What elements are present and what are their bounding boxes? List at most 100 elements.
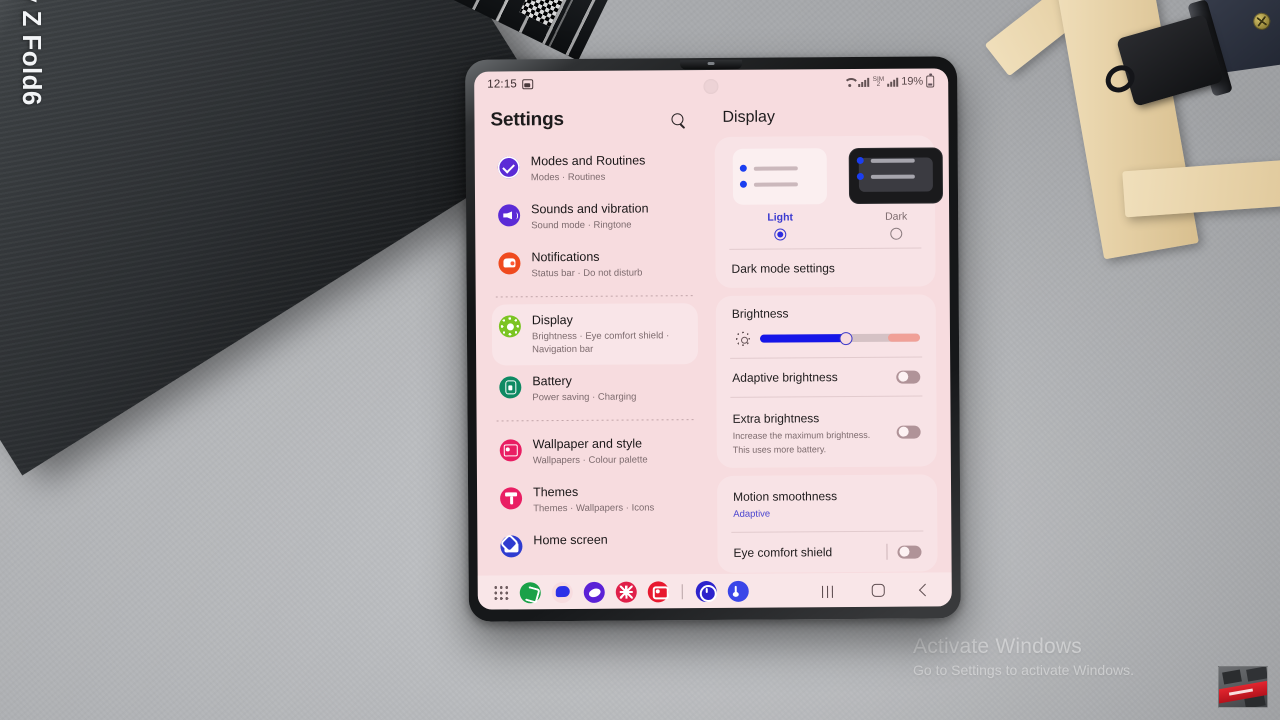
motion-card: Motion smoothness Adaptive Eye comfort s…: [716, 474, 938, 573]
sidebar-item-text: Wallpaper and style Wallpapers · Colour p…: [533, 436, 648, 467]
sidebar-item-modes-and-routines[interactable]: Modes and Routines Modes · Routines: [491, 144, 697, 193]
home-screen-icon: [500, 535, 523, 558]
status-bar-right: SIM 2 19%: [844, 75, 935, 88]
motion-smoothness-value: Adaptive: [733, 508, 771, 520]
dark-mode-preview: [848, 147, 944, 205]
display-page-title: Display: [722, 108, 775, 126]
internet-app-icon[interactable]: [583, 581, 605, 603]
sidebar-item-wallpaper-and-style[interactable]: Wallpaper and style Wallpapers · Colour p…: [493, 427, 699, 476]
theme-mode-card: Light Dark Dark mode settings: [714, 135, 944, 288]
extra-brightness-row[interactable]: Extra brightness Increase the maximum br…: [728, 397, 924, 468]
light-mode-radio[interactable]: [774, 228, 787, 241]
sidebar-item-sublabel: Power saving · Charging: [532, 391, 637, 404]
wifi-icon: [844, 77, 856, 86]
divider-vertical: [886, 543, 888, 560]
app-drawer-icon[interactable]: [493, 584, 509, 601]
sidebar-item-themes[interactable]: Themes Themes · Wallpapers · Icons: [493, 475, 699, 524]
sidebar-item-label: Battery: [532, 373, 572, 389]
dark-mode-option[interactable]: Dark: [848, 147, 944, 240]
recents-nav-button[interactable]: |||: [821, 583, 836, 598]
brightness-card: Brightness Adaptive brightness Extra bri…: [715, 294, 937, 468]
sim-indicator-icon: SIM 2: [873, 76, 885, 88]
gallery-app-icon[interactable]: [615, 581, 637, 603]
sidebar-item-label: Modes and Routines: [530, 153, 646, 169]
motion-smoothness-label: Motion smoothness: [733, 489, 838, 504]
sidebar-item-text: Display Brightness · Eye comfort shield ·…: [532, 312, 688, 356]
preview-dot: [856, 156, 864, 164]
home-nav-button[interactable]: [871, 583, 885, 597]
phone-screen: 12:15 SIM 2 19% Settings Modes and Routi…: [474, 68, 952, 610]
search-button[interactable]: [666, 108, 688, 130]
sidebar-item-sublabel: Status bar · Do not disturb: [531, 267, 643, 280]
preview-line: [739, 164, 798, 172]
sidebar-item-text: Battery Power saving · Charging: [532, 374, 636, 405]
preview-bar: [753, 181, 798, 187]
sounds-vibration-icon: [498, 204, 521, 227]
toggle-knob: [898, 546, 910, 557]
preview-inner: [742, 157, 818, 194]
sidebar-item-sounds-and-vibration[interactable]: Sounds and vibration Sound mode · Rington…: [491, 192, 697, 241]
eye-comfort-controls: [886, 543, 922, 560]
sidebar-item-notifications[interactable]: Notifications Status bar · Do not disturb: [491, 240, 697, 289]
wallpaper-style-icon: [499, 439, 522, 462]
front-camera-punch-hole: [703, 78, 719, 95]
brightness-slider-row: [732, 331, 921, 346]
slider-handle[interactable]: [839, 331, 853, 345]
clock-app-icon[interactable]: [695, 580, 717, 602]
sidebar-item-text: Home screen: [533, 533, 607, 549]
back-nav-button[interactable]: [918, 583, 932, 596]
box-label: Galaxy Z Fold6: [17, 0, 48, 106]
extra-brightness-text: Extra brightness Increase the maximum br…: [732, 409, 871, 456]
motion-smoothness-text: Motion smoothness Adaptive: [733, 487, 837, 520]
brightness-icon: [736, 332, 750, 346]
preview-dot: [739, 164, 747, 172]
list-divider: [495, 295, 694, 298]
dark-mode-radio[interactable]: [890, 227, 903, 240]
sidebar-item-label: Home screen: [533, 532, 608, 548]
taskbar: |||: [477, 572, 952, 610]
camera-app-icon[interactable]: [647, 580, 669, 602]
light-mode-label: Light: [767, 211, 794, 224]
sidebar-item-label: Notifications: [531, 249, 600, 265]
sidebar-item-battery[interactable]: Battery Power saving · Charging: [492, 364, 698, 413]
slider-hot-zone: [887, 333, 921, 342]
settings-split-view: Settings Modes and Routines Modes · Routi…: [474, 94, 951, 575]
eye-comfort-shield-row[interactable]: Eye comfort shield: [729, 532, 925, 573]
extra-brightness-toggle[interactable]: [896, 425, 921, 439]
settings-left-pane: Settings Modes and Routines Modes · Routi…: [474, 96, 709, 576]
search-icon: [671, 113, 684, 126]
motion-smoothness-row[interactable]: Motion smoothness Adaptive: [729, 475, 925, 532]
corner-thumbnail: [1218, 666, 1268, 708]
status-bar-left: 12:15: [487, 78, 534, 91]
adaptive-brightness-toggle[interactable]: [896, 370, 921, 384]
slider-fill: [759, 334, 847, 343]
sidebar-item-label: Sounds and vibration: [531, 201, 649, 217]
preview-bar: [870, 158, 915, 163]
taskbar-app-list: [519, 580, 749, 603]
preview-line: [739, 180, 798, 188]
adaptive-brightness-row[interactable]: Adaptive brightness: [728, 358, 924, 397]
toggle-knob: [898, 426, 909, 437]
sidebar-item-display[interactable]: Display Brightness · Eye comfort shield ·…: [491, 303, 699, 366]
settings-header: Settings: [490, 96, 696, 145]
sidebar-item-text: Themes Themes · Wallpapers · Icons: [533, 484, 654, 515]
phone-app-icon[interactable]: [519, 581, 541, 603]
modes-routines-icon: [497, 156, 520, 179]
battery-percent: 19%: [901, 75, 924, 88]
sidebar-item-sublabel: Wallpapers · Colour palette: [532, 454, 648, 467]
sidebar-item-sublabel: Themes · Wallpapers · Icons: [533, 502, 655, 515]
dark-mode-settings-row[interactable]: Dark mode settings: [727, 249, 923, 288]
sidebar-item-text: Notifications Status bar · Do not disturb: [531, 249, 642, 280]
music-app-icon[interactable]: [727, 580, 749, 602]
preview-dot: [856, 172, 864, 180]
messages-app-icon[interactable]: [551, 581, 573, 603]
light-mode-option[interactable]: Light: [732, 148, 828, 241]
thumbnail-key: [1246, 667, 1267, 682]
brightness-slider[interactable]: [759, 331, 921, 345]
sidebar-item-home-screen[interactable]: Home screen: [493, 523, 699, 566]
thumbnail-key: [1222, 669, 1242, 685]
light-mode-preview: [732, 148, 828, 205]
list-divider: [496, 419, 695, 422]
eye-comfort-shield-toggle[interactable]: [897, 545, 922, 559]
themes-icon: [500, 487, 523, 510]
